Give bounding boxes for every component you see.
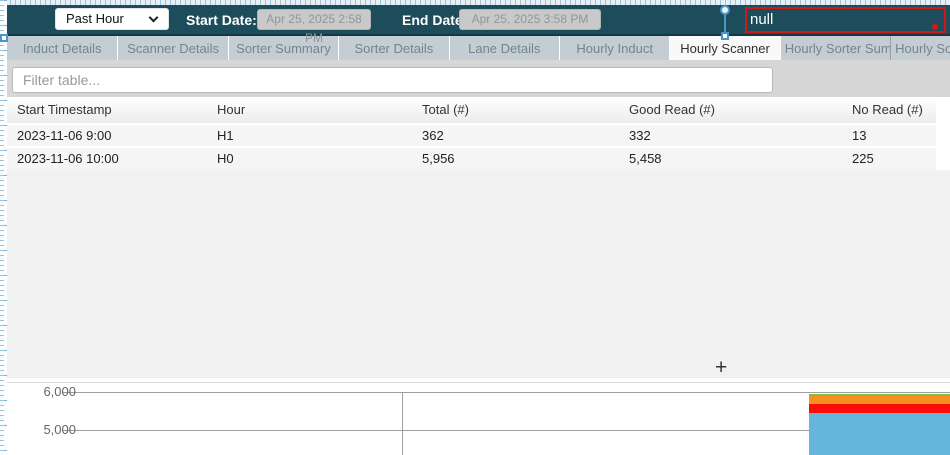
selection-handle-square [721,32,729,40]
end-date-label: End Date: [402,12,467,28]
table-cell: 5,458 [619,148,842,169]
table-cell: 2023-11-06 9:00 [7,125,207,146]
period-select-value: Past Hour [66,11,124,26]
stacked-bar-chart: 6,000 5,000 [0,378,950,455]
tab-induct-details[interactable]: Induct Details [7,36,117,60]
col-no-read[interactable]: No Read (#) [842,97,936,123]
start-date-label: Start Date: [186,12,257,28]
table-scrollbar-track[interactable] [936,97,950,170]
left-ruler [0,0,7,455]
bar-segment-red [809,404,950,413]
chart-top-divider [0,382,950,383]
crosshair-plus-marker: + [715,356,727,380]
table-cell: 332 [619,125,842,146]
table-cell: 2023-11-06 10:00 [7,148,207,169]
table-header: Start Timestamp Hour Total (#) Good Read… [7,97,936,124]
table-cell: H1 [207,125,412,146]
filter-table-input[interactable] [12,67,773,93]
tab-lane-details[interactable]: Lane Details [449,36,559,60]
annotation-red-dot [932,24,938,30]
table-cell: 13 [842,125,936,146]
end-date-input[interactable]: Apr 25, 2025 3:58 PM [459,9,601,30]
col-good-read[interactable]: Good Read (#) [619,97,842,123]
app-screen: Period: Past Hour Start Date: Apr 25, 20… [0,0,950,455]
col-start-timestamp[interactable]: Start Timestamp [7,97,207,123]
tab-hourly-induct[interactable]: Hourly Induct [559,36,669,60]
table-cell: H0 [207,148,412,169]
table-cell: 225 [842,148,936,169]
table-cell: 362 [412,125,619,146]
tab-scanner-details[interactable]: Scanner Details [117,36,227,60]
bar-segment-blue [809,413,950,455]
left-ruler-handle-square [0,34,8,42]
tab-bar: Induct DetailsScanner DetailsSorter Summ… [7,36,950,60]
col-hour[interactable]: Hour [207,97,412,123]
table-cell: 5,956 [412,148,619,169]
filter-bar [7,60,950,97]
tab-hourly-sorter-summar[interactable]: Hourly Sorter Summar [780,36,890,60]
tab-sorter-details[interactable]: Sorter Details [338,36,448,60]
selection-handle-circle [720,5,730,15]
chevron-down-icon [149,13,159,23]
period-select[interactable]: Past Hour [55,8,169,30]
table-row[interactable]: 2023-11-06 9:00 H1 362 332 13 [7,123,936,146]
tab-hourly-sort[interactable]: Hourly Sort [890,36,950,60]
table-body: 2023-11-06 9:00 H1 362 332 13 2023-11-06… [7,123,936,169]
top-ruler [0,0,950,5]
col-total[interactable]: Total (#) [412,97,619,123]
table-row[interactable]: 2023-11-06 10:00 H0 5,956 5,458 225 [7,146,936,169]
annotation-null-field[interactable]: null [745,7,946,33]
start-date-input[interactable]: Apr 25, 2025 2:58 PM [257,9,371,30]
bar-segment-orange [809,396,950,404]
ytick-label-6000: 6,000 [18,384,76,399]
ytick-label-5000: 5,000 [18,422,76,437]
chart-vertical-gridline [402,392,403,455]
